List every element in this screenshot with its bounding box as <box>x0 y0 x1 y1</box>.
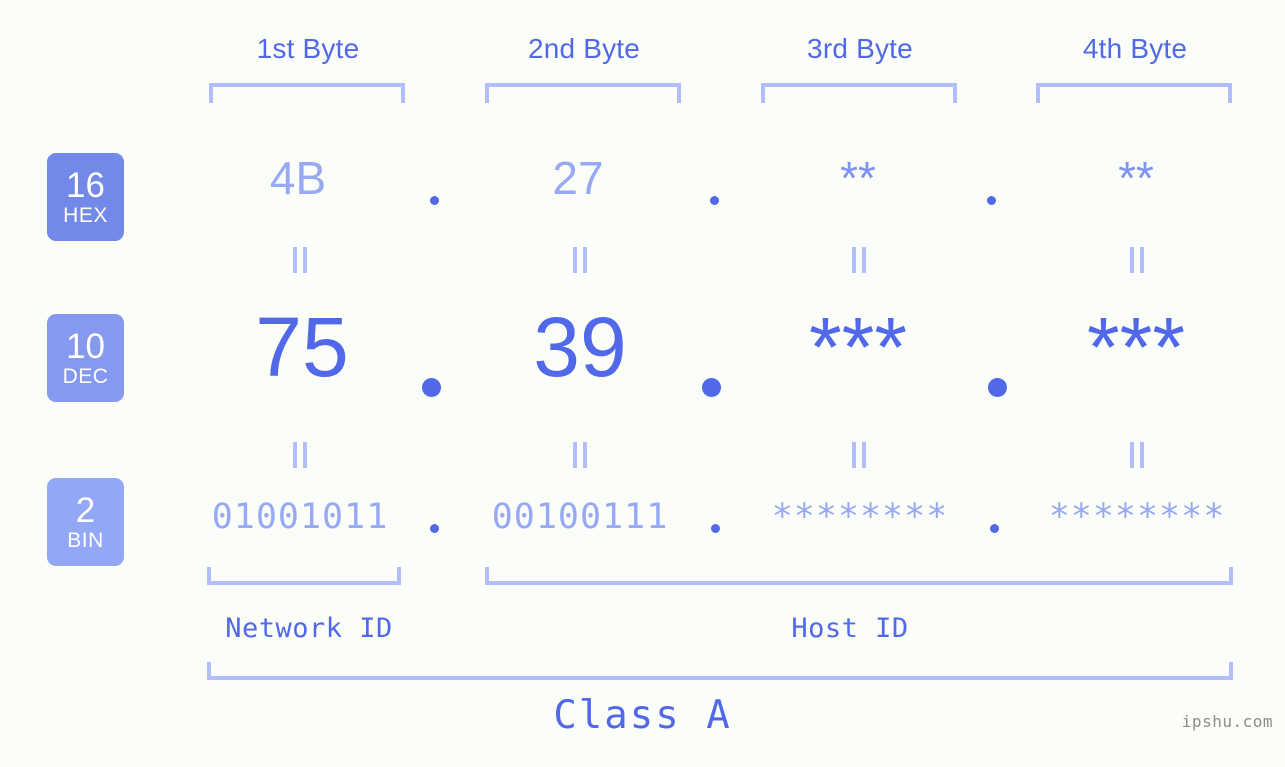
bin-byte-3: ******** <box>771 497 949 537</box>
radix-badge-dec: 10 DEC <box>47 314 124 402</box>
host-id-bracket <box>485 567 1233 585</box>
radix-badge-bin-name: BIN <box>67 529 104 552</box>
hex-separator-dot-1 <box>430 196 439 205</box>
site-watermark: ipshu.com <box>1181 712 1273 731</box>
dec-byte-3: *** <box>808 300 908 394</box>
dec-byte-4: *** <box>1086 300 1186 394</box>
ip-address-breakdown-diagram: 1st Byte 2nd Byte 3rd Byte 4th Byte 16 H… <box>0 0 1285 767</box>
dec-byte-1: 75 <box>255 300 349 394</box>
bin-byte-2: 00100111 <box>491 497 669 537</box>
radix-badge-dec-name: DEC <box>62 365 109 388</box>
hex-separator-dot-2 <box>710 196 719 205</box>
bin-byte-4: ******** <box>1048 497 1226 537</box>
equals-mark-decbin-2 <box>573 442 587 468</box>
bin-byte-1: 01001011 <box>211 497 389 537</box>
radix-badge-dec-number: 10 <box>66 327 105 366</box>
bin-separator-dot-2 <box>711 524 720 533</box>
byte-bracket-top-1 <box>209 83 405 103</box>
equals-mark-decbin-4 <box>1130 442 1144 468</box>
class-bracket <box>207 662 1233 680</box>
radix-badge-hex-name: HEX <box>63 204 108 227</box>
hex-byte-4: ** <box>1118 152 1154 204</box>
bin-separator-dot-3 <box>990 524 999 533</box>
equals-mark-hexdec-4 <box>1130 247 1144 273</box>
radix-badge-bin: 2 BIN <box>47 478 124 566</box>
dec-separator-dot-3 <box>988 378 1007 397</box>
host-id-label: Host ID <box>791 613 909 644</box>
hex-byte-2: 27 <box>552 152 604 204</box>
network-id-label: Network ID <box>225 613 393 644</box>
hex-separator-dot-3 <box>987 196 996 205</box>
network-id-bracket <box>207 567 401 585</box>
byte-bracket-top-3 <box>761 83 957 103</box>
class-label: Class A <box>553 693 732 738</box>
equals-mark-decbin-1 <box>293 442 307 468</box>
bin-separator-dot-1 <box>430 524 439 533</box>
byte-bracket-top-2 <box>485 83 681 103</box>
radix-badge-hex-number: 16 <box>66 166 105 205</box>
equals-mark-hexdec-3 <box>852 247 866 273</box>
byte-bracket-top-4 <box>1036 83 1232 103</box>
radix-badge-hex: 16 HEX <box>47 153 124 241</box>
dec-separator-dot-2 <box>702 378 721 397</box>
byte-header-2: 2nd Byte <box>527 33 641 64</box>
radix-badge-bin-number: 2 <box>75 491 96 530</box>
equals-mark-decbin-3 <box>852 442 866 468</box>
byte-header-4: 4th Byte <box>1082 33 1188 64</box>
dec-separator-dot-1 <box>422 378 441 397</box>
equals-mark-hexdec-2 <box>573 247 587 273</box>
dec-byte-2: 39 <box>533 300 627 394</box>
hex-byte-1: 4B <box>269 152 327 204</box>
hex-byte-3: ** <box>840 152 876 204</box>
byte-header-1: 1st Byte <box>256 33 360 64</box>
equals-mark-hexdec-1 <box>293 247 307 273</box>
byte-header-3: 3rd Byte <box>807 33 913 64</box>
